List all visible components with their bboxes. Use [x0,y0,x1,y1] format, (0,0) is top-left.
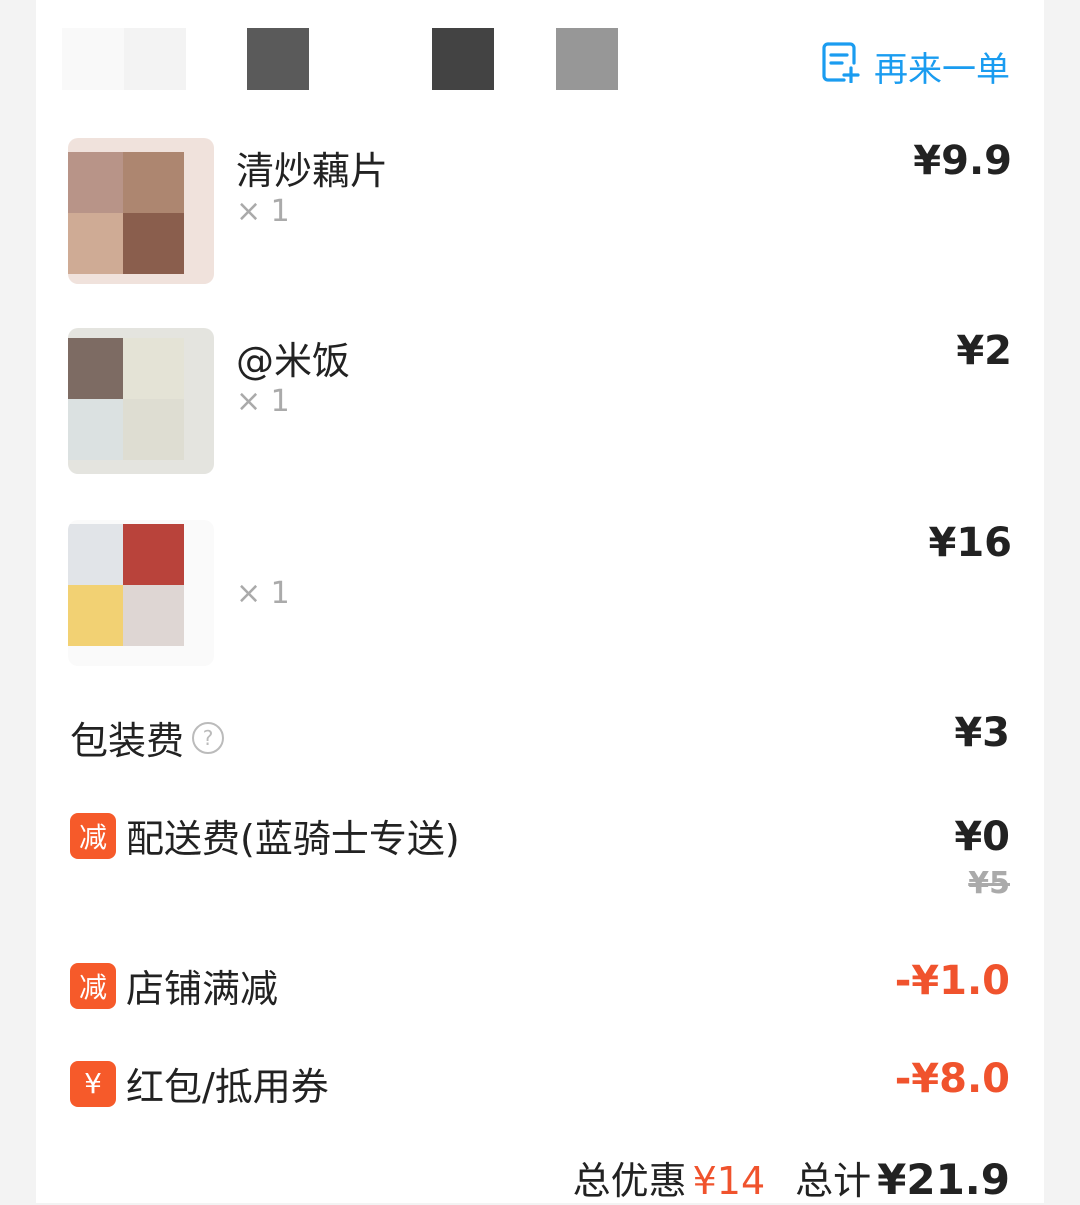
discount-tag-icon: 减 [70,962,116,1009]
total-label: 总计 [795,1159,872,1203]
order-item[interactable]: × 1 ¥16 [68,520,1012,666]
packaging-fee-label: 包装费 [70,719,185,763]
total-discount-value: ¥14 [692,1159,766,1203]
store-discount-label: 店铺满减 [126,967,279,1011]
item-name: @米饭 [236,339,351,383]
item-thumbnail [68,520,214,666]
yuan-tag-icon: ¥ [70,1060,116,1107]
item-name: 清炒藕片 [236,149,389,193]
item-thumbnail [68,328,214,474]
item-quantity: × 1 [236,194,290,229]
delivery-fee-original: ¥5 [968,866,1010,901]
item-price: ¥16 [928,520,1013,566]
reorder-button[interactable]: 再来一单 [822,41,1010,90]
question-circle-icon[interactable]: ? [192,721,225,754]
order-summary: 总优惠 ¥14 总计 ¥21.9 [573,1150,1010,1205]
delivery-fee-value: ¥0 [954,814,1010,860]
item-thumbnail [68,138,214,284]
order-item[interactable]: @米饭 × 1 ¥2 [68,328,1012,474]
coupon-row: ¥ 红包/抵用券 -¥8.0 [70,1056,1010,1109]
store-discount-row: 减 店铺满减 -¥1.0 [70,958,1010,1011]
order-item[interactable]: 清炒藕片 × 1 ¥9.9 [68,138,1012,284]
item-quantity: × 1 [236,384,290,419]
total-discount-label: 总优惠 [572,1159,687,1203]
packaging-fee-row: 包装费 ? ¥3 [70,710,1010,763]
delivery-fee-row: 减 配送费(蓝骑士专送) ¥0 ¥5 [70,808,1010,908]
item-price: ¥9.9 [913,138,1012,184]
item-price: ¥2 [956,328,1012,374]
coupon-label: 红包/抵用券 [126,1065,329,1109]
reorder-label: 再来一单 [874,49,1010,90]
order-card: 再来一单 清炒藕片 × 1 ¥9.9 @米饭 × 1 ¥2 × 1 ¥16 包装… [36,0,1044,1205]
note-add-icon [822,41,860,92]
total-value: ¥21.9 [877,1155,1010,1204]
coupon-value: -¥8.0 [894,1056,1010,1102]
item-quantity: × 1 [236,576,290,611]
packaging-fee-value: ¥3 [954,710,1010,756]
discount-tag-icon: 减 [70,812,116,859]
delivery-fee-label: 配送费(蓝骑士专送) [126,817,460,861]
store-discount-value: -¥1.0 [894,958,1010,1004]
